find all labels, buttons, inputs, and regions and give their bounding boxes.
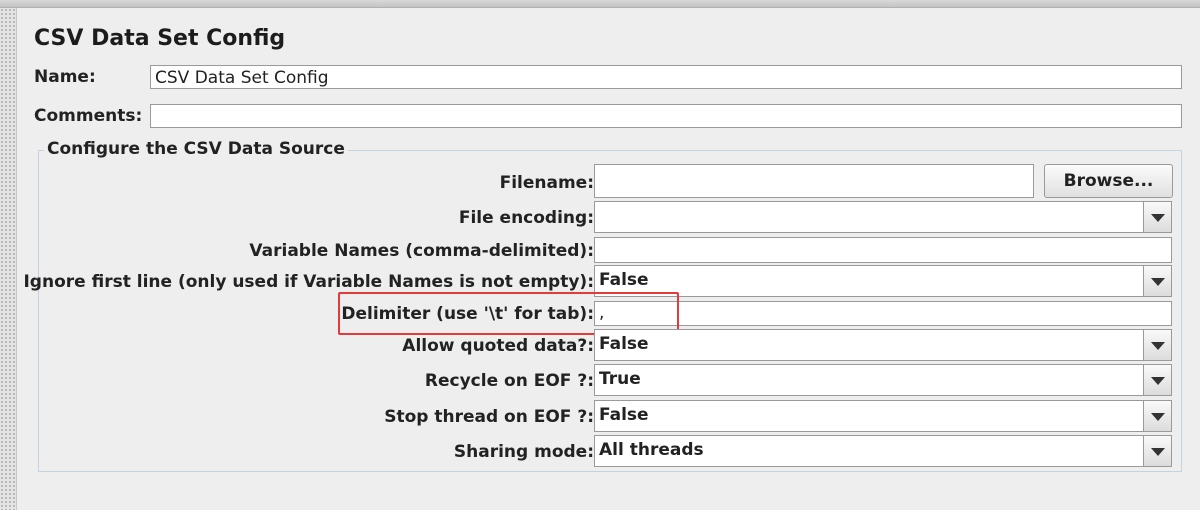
name-label: Name:	[34, 67, 96, 87]
page-title: CSV Data Set Config	[34, 26, 286, 51]
comments-label: Comments:	[34, 106, 143, 126]
ignore-first-line-value: False	[599, 270, 649, 290]
stop-thread-eof-dropdown-button[interactable]	[1143, 401, 1171, 431]
recycle-eof-label: Recycle on EOF ?:	[424, 371, 594, 391]
stop-thread-eof-select[interactable]: False	[594, 400, 1172, 432]
recycle-eof-value: True	[599, 369, 641, 389]
allow-quoted-dropdown-button[interactable]	[1143, 330, 1171, 360]
filename-label: Filename:	[499, 173, 594, 193]
allow-quoted-value: False	[599, 334, 649, 354]
ignore-first-line-dropdown-button[interactable]	[1143, 266, 1171, 296]
recycle-eof-dropdown-button[interactable]	[1143, 365, 1171, 395]
ignore-first-line-select[interactable]: False	[594, 265, 1172, 297]
ignore-first-line-label: Ignore first line (only used if Variable…	[23, 272, 594, 292]
group-legend: Configure the CSV Data Source	[44, 139, 348, 159]
browse-button[interactable]: Browse...	[1044, 164, 1173, 198]
splitter-grip[interactable]	[0, 8, 17, 510]
file-encoding-label: File encoding:	[458, 208, 594, 228]
filename-field[interactable]	[594, 164, 1034, 198]
top-toolbar-strip	[0, 0, 1200, 8]
chevron-down-icon	[1151, 413, 1165, 421]
sharing-mode-label: Sharing mode:	[453, 442, 594, 462]
recycle-eof-select[interactable]: True	[594, 364, 1172, 396]
chevron-down-icon	[1151, 448, 1165, 456]
chevron-down-icon	[1151, 278, 1165, 286]
sharing-mode-dropdown-button[interactable]	[1143, 436, 1171, 466]
delimiter-field[interactable]: ,	[594, 301, 1172, 326]
name-field[interactable]: CSV Data Set Config	[150, 65, 1182, 89]
file-encoding-select[interactable]	[594, 201, 1172, 233]
chevron-down-icon	[1151, 377, 1165, 385]
sharing-mode-select[interactable]: All threads	[594, 435, 1172, 467]
variable-names-field[interactable]	[594, 237, 1172, 263]
allow-quoted-select[interactable]: False	[594, 329, 1172, 361]
sharing-mode-value: All threads	[599, 440, 704, 460]
file-encoding-dropdown-button[interactable]	[1143, 202, 1171, 232]
comments-field[interactable]	[150, 104, 1182, 128]
allow-quoted-label: Allow quoted data?:	[402, 336, 594, 356]
stop-thread-eof-value: False	[599, 405, 649, 425]
chevron-down-icon	[1151, 214, 1165, 222]
variable-names-label: Variable Names (comma-delimited):	[249, 241, 594, 261]
stop-thread-eof-label: Stop thread on EOF ?:	[384, 407, 594, 427]
chevron-down-icon	[1151, 342, 1165, 350]
